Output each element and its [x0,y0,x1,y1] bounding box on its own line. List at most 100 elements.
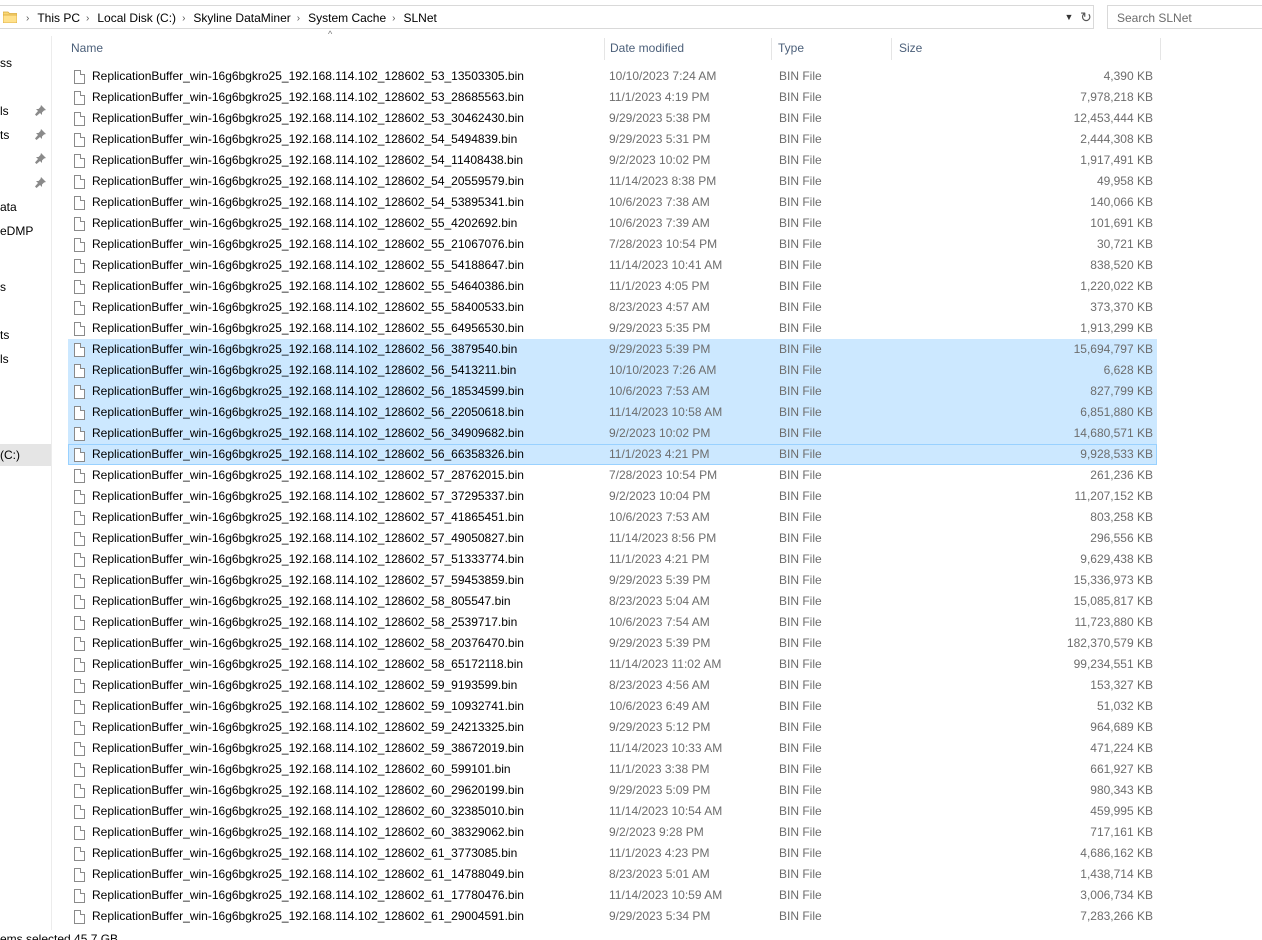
file-row[interactable]: ReplicationBuffer_win-16g6bgkro25_192.16… [68,675,1157,696]
file-row[interactable]: ReplicationBuffer_win-16g6bgkro25_192.16… [68,801,1157,822]
file-row[interactable]: ReplicationBuffer_win-16g6bgkro25_192.16… [68,129,1157,150]
nav-item[interactable]: ata [0,196,51,218]
breadcrumb-item[interactable]: This PC [37,11,80,25]
navigation-pane[interactable]: ss ls ts ata eDMP s ts ls (C:) [0,36,52,930]
chevron-down-icon[interactable]: ▼ [1062,6,1076,28]
file-row[interactable]: ReplicationBuffer_win-16g6bgkro25_192.16… [68,633,1157,654]
chevron-right-icon[interactable]: › [86,13,89,24]
file-icon [74,112,85,126]
file-row[interactable]: ReplicationBuffer_win-16g6bgkro25_192.16… [68,213,1157,234]
file-size: 4,390 KB [1103,69,1153,83]
file-row[interactable]: ReplicationBuffer_win-16g6bgkro25_192.16… [68,486,1157,507]
file-row[interactable]: ReplicationBuffer_win-16g6bgkro25_192.16… [68,759,1157,780]
file-list[interactable]: ReplicationBuffer_win-16g6bgkro25_192.16… [66,62,1162,928]
file-icon [74,322,85,336]
chevron-right-icon[interactable]: › [297,13,300,24]
file-row[interactable]: ReplicationBuffer_win-16g6bgkro25_192.16… [68,738,1157,759]
pin-icon[interactable] [35,105,46,116]
column-divider[interactable] [1160,38,1161,60]
column-divider[interactable] [891,38,892,60]
file-row[interactable]: ReplicationBuffer_win-16g6bgkro25_192.16… [68,171,1157,192]
file-row[interactable]: ReplicationBuffer_win-16g6bgkro25_192.16… [68,297,1157,318]
file-row[interactable]: ReplicationBuffer_win-16g6bgkro25_192.16… [68,780,1157,801]
file-icon [74,490,85,504]
file-row[interactable]: ReplicationBuffer_win-16g6bgkro25_192.16… [68,570,1157,591]
file-name: ReplicationBuffer_win-16g6bgkro25_192.16… [92,888,524,902]
file-row[interactable]: ReplicationBuffer_win-16g6bgkro25_192.16… [68,885,1157,906]
file-type: BIN File [779,363,822,377]
file-row[interactable]: ReplicationBuffer_win-16g6bgkro25_192.16… [68,150,1157,171]
file-row[interactable]: ReplicationBuffer_win-16g6bgkro25_192.16… [68,591,1157,612]
nav-item[interactable]: eDMP [0,220,51,242]
breadcrumb-item[interactable]: Local Disk (C:) [97,11,176,25]
file-icon [74,658,85,672]
file-row[interactable]: ReplicationBuffer_win-16g6bgkro25_192.16… [68,339,1157,360]
file-size: 15,694,797 KB [1073,342,1153,356]
file-row[interactable]: ReplicationBuffer_win-16g6bgkro25_192.16… [68,444,1157,465]
file-row[interactable]: ReplicationBuffer_win-16g6bgkro25_192.16… [68,402,1157,423]
nav-item[interactable]: ts [0,324,51,346]
file-row[interactable]: ReplicationBuffer_win-16g6bgkro25_192.16… [68,87,1157,108]
column-name[interactable]: Name [66,36,606,60]
search-input[interactable] [1115,7,1262,29]
file-row[interactable]: ReplicationBuffer_win-16g6bgkro25_192.16… [68,906,1157,927]
file-row[interactable]: ReplicationBuffer_win-16g6bgkro25_192.16… [68,528,1157,549]
file-row[interactable]: ReplicationBuffer_win-16g6bgkro25_192.16… [68,108,1157,129]
nav-item[interactable] [0,172,51,194]
file-row[interactable]: ReplicationBuffer_win-16g6bgkro25_192.16… [68,192,1157,213]
file-row[interactable]: ReplicationBuffer_win-16g6bgkro25_192.16… [68,255,1157,276]
pin-icon[interactable] [35,177,46,188]
file-size: 1,438,714 KB [1080,867,1153,881]
column-size[interactable]: Size [894,36,1160,60]
file-row[interactable]: ReplicationBuffer_win-16g6bgkro25_192.16… [68,654,1157,675]
file-row[interactable]: ReplicationBuffer_win-16g6bgkro25_192.16… [68,507,1157,528]
refresh-icon[interactable]: ↻ [1078,6,1094,28]
file-row[interactable]: ReplicationBuffer_win-16g6bgkro25_192.16… [68,612,1157,633]
file-size: 964,689 KB [1090,720,1153,734]
nav-item[interactable] [0,148,51,170]
column-type[interactable]: Type [773,36,891,60]
address-box[interactable]: › This PC › Local Disk (C:) › Skyline DataMin… [0,5,1094,29]
pin-icon[interactable] [35,153,46,164]
chevron-right-icon[interactable]: › [182,13,185,24]
file-icon [74,889,85,903]
breadcrumb-item[interactable]: Skyline DataMiner [193,11,290,25]
nav-item[interactable]: ls [0,348,51,370]
search-box[interactable] [1107,5,1262,29]
chevron-right-icon[interactable]: › [26,13,29,24]
file-type: BIN File [779,468,822,482]
file-row[interactable]: ReplicationBuffer_win-16g6bgkro25_192.16… [68,843,1157,864]
nav-item-label: ss [0,56,12,70]
nav-item[interactable]: ss [0,52,51,74]
file-row[interactable]: ReplicationBuffer_win-16g6bgkro25_192.16… [68,276,1157,297]
file-row[interactable]: ReplicationBuffer_win-16g6bgkro25_192.16… [68,234,1157,255]
file-row[interactable]: ReplicationBuffer_win-16g6bgkro25_192.16… [68,66,1157,87]
nav-item[interactable]: (C:) [0,444,51,466]
file-size: 1,917,491 KB [1080,153,1153,167]
file-row[interactable]: ReplicationBuffer_win-16g6bgkro25_192.16… [68,717,1157,738]
file-size: 182,370,579 KB [1066,636,1153,650]
breadcrumb-item[interactable]: SLNet [404,11,437,25]
file-icon [74,847,85,861]
nav-item[interactable]: s [0,276,51,298]
file-date-modified: 11/14/2023 8:38 PM [609,174,717,188]
column-divider[interactable] [771,38,772,60]
file-row[interactable]: ReplicationBuffer_win-16g6bgkro25_192.16… [68,465,1157,486]
chevron-right-icon[interactable]: › [392,13,395,24]
file-row[interactable]: ReplicationBuffer_win-16g6bgkro25_192.16… [68,318,1157,339]
breadcrumb-item[interactable]: System Cache [308,11,386,25]
file-size: 99,234,551 KB [1073,657,1153,671]
file-type: BIN File [779,216,822,230]
file-row[interactable]: ReplicationBuffer_win-16g6bgkro25_192.16… [68,822,1157,843]
file-name: ReplicationBuffer_win-16g6bgkro25_192.16… [92,447,524,461]
pin-icon[interactable] [35,129,46,140]
nav-item[interactable]: ts [0,124,51,146]
file-row[interactable]: ReplicationBuffer_win-16g6bgkro25_192.16… [68,696,1157,717]
file-row[interactable]: ReplicationBuffer_win-16g6bgkro25_192.16… [68,381,1157,402]
column-date-modified[interactable]: Date modified [605,36,771,60]
file-row[interactable]: ReplicationBuffer_win-16g6bgkro25_192.16… [68,423,1157,444]
file-row[interactable]: ReplicationBuffer_win-16g6bgkro25_192.16… [68,864,1157,885]
file-row[interactable]: ReplicationBuffer_win-16g6bgkro25_192.16… [68,360,1157,381]
file-row[interactable]: ReplicationBuffer_win-16g6bgkro25_192.16… [68,549,1157,570]
nav-item[interactable]: ls [0,100,51,122]
